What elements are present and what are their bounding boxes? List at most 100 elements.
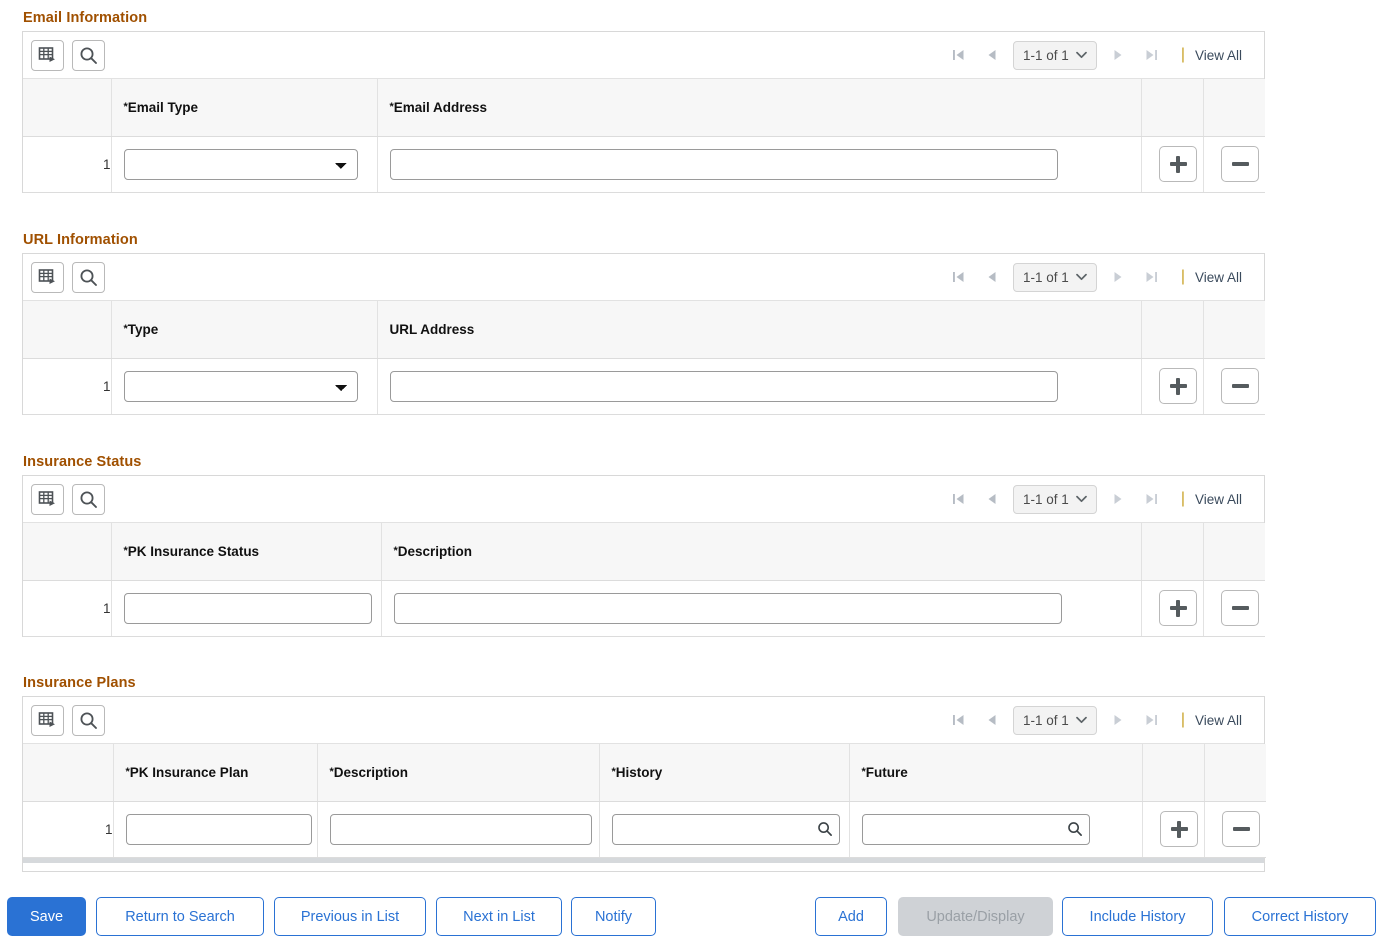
- page-count-dropdown[interactable]: 1-1 of 1: [1013, 484, 1097, 514]
- cell-history: [599, 801, 850, 858]
- column-header-blank: [23, 523, 112, 581]
- column-header-url-address: URL Address: [377, 301, 1142, 359]
- cell-delete-row: [1204, 801, 1266, 858]
- grid-toolbar-insurance-plans: 1-1 of 1 | View All: [23, 697, 1264, 744]
- page-count-dropdown[interactable]: 1-1 of 1: [1013, 705, 1097, 735]
- future-lookup-icon[interactable]: [1067, 821, 1083, 837]
- chevron-down-icon: [1075, 716, 1087, 724]
- add-row-button[interactable]: [1159, 590, 1197, 626]
- column-header-delete: [1203, 301, 1265, 359]
- grid-footer-insurance-plans: [22, 857, 1265, 872]
- last-page-icon[interactable]: [1135, 40, 1169, 70]
- table-email-information: *Email Type *Email Address 1: [23, 79, 1265, 193]
- grid-footer-bar: [23, 857, 1264, 863]
- history-lookup-icon[interactable]: [817, 821, 833, 837]
- grid-download-icon[interactable]: [31, 39, 64, 71]
- previous-page-icon[interactable]: [975, 262, 1009, 292]
- cell-add-row: [1142, 801, 1205, 858]
- search-icon[interactable]: [72, 704, 105, 736]
- grid-download-icon[interactable]: [31, 483, 64, 515]
- column-header-pk-insurance-status: *PK Insurance Status: [111, 523, 382, 581]
- grid-toolbar-url: 1-1 of 1 | View All: [23, 254, 1264, 301]
- add-row-button[interactable]: [1160, 811, 1198, 847]
- insurance-status-description-input[interactable]: [393, 592, 1062, 624]
- next-page-icon[interactable]: [1101, 262, 1135, 292]
- row-number: 1: [23, 580, 112, 637]
- delete-row-button[interactable]: [1221, 590, 1260, 626]
- delete-row-button[interactable]: [1221, 146, 1260, 182]
- url-address-input[interactable]: [389, 370, 1058, 402]
- next-in-list-button[interactable]: Next in List: [436, 897, 562, 936]
- first-page-icon[interactable]: [941, 484, 975, 514]
- grid-insurance-plans: 1-1 of 1 | View All *PK Insurance Plan *…: [22, 696, 1266, 858]
- previous-page-icon[interactable]: [975, 484, 1009, 514]
- pager-insurance-status: 1-1 of 1 | View All: [941, 476, 1264, 522]
- first-page-icon[interactable]: [941, 40, 975, 70]
- next-page-icon[interactable]: [1101, 705, 1135, 735]
- grid-toolbar-email: 1-1 of 1 | View All: [23, 32, 1264, 79]
- column-header-add: [1141, 301, 1204, 359]
- add-row-button[interactable]: [1159, 146, 1197, 182]
- plus-icon: [1169, 155, 1187, 173]
- table-header-row: *PK Insurance Plan *Description *History…: [23, 744, 1266, 802]
- view-all-link-insurance-status[interactable]: View All: [1195, 492, 1264, 507]
- email-address-input[interactable]: [389, 148, 1058, 180]
- search-icon[interactable]: [72, 483, 105, 515]
- history-input[interactable]: [611, 813, 840, 845]
- pk-insurance-status-input[interactable]: [123, 592, 372, 624]
- page-count-dropdown[interactable]: 1-1 of 1: [1013, 262, 1097, 292]
- search-icon[interactable]: [72, 261, 105, 293]
- notify-button[interactable]: Notify: [571, 897, 656, 936]
- pk-insurance-plan-input[interactable]: [125, 813, 312, 845]
- first-page-icon[interactable]: [941, 705, 975, 735]
- column-header-email-type: *Email Type: [111, 79, 378, 137]
- email-type-select[interactable]: [123, 148, 358, 180]
- row-number: 1: [23, 136, 112, 193]
- previous-page-icon[interactable]: [975, 705, 1009, 735]
- column-header-description: *Description: [381, 523, 1142, 581]
- view-all-link-email[interactable]: View All: [1195, 48, 1264, 63]
- view-all-link-insurance-plans[interactable]: View All: [1195, 713, 1264, 728]
- page-count-dropdown[interactable]: 1-1 of 1: [1013, 40, 1097, 70]
- previous-in-list-button[interactable]: Previous in List: [274, 897, 426, 936]
- table-row: 1: [23, 358, 1265, 415]
- previous-page-icon[interactable]: [975, 40, 1009, 70]
- last-page-icon[interactable]: [1135, 484, 1169, 514]
- minus-icon: [1231, 606, 1249, 610]
- column-header-blank: [23, 301, 112, 359]
- future-input[interactable]: [861, 813, 1090, 845]
- section-title-url-information: URL Information: [23, 232, 138, 248]
- insurance-plan-description-input[interactable]: [329, 813, 592, 845]
- search-icon[interactable]: [72, 39, 105, 71]
- url-type-select[interactable]: [123, 370, 358, 402]
- section-title-insurance-plans: Insurance Plans: [23, 675, 136, 691]
- return-to-search-button[interactable]: Return to Search: [96, 897, 264, 936]
- action-button-bar: Save Return to Search Previous in List N…: [0, 897, 1397, 943]
- include-history-button[interactable]: Include History: [1062, 897, 1213, 936]
- column-header-type: *Type: [111, 301, 378, 359]
- history-lookup-wrap: [611, 813, 840, 845]
- delete-row-button[interactable]: [1222, 811, 1261, 847]
- grid-toolbar-insurance-status: 1-1 of 1 | View All: [23, 476, 1264, 523]
- grid-download-icon[interactable]: [31, 704, 64, 736]
- plus-icon: [1170, 820, 1188, 838]
- add-row-button[interactable]: [1159, 368, 1197, 404]
- grid-download-icon[interactable]: [31, 261, 64, 293]
- last-page-icon[interactable]: [1135, 705, 1169, 735]
- save-button[interactable]: Save: [7, 897, 86, 936]
- next-page-icon[interactable]: [1101, 40, 1135, 70]
- cell-add-row: [1141, 358, 1204, 415]
- row-number: 1: [23, 358, 112, 415]
- cell-url-type: [111, 358, 378, 415]
- section-insurance-plans: Insurance Plans 1-1 of 1 | View All *PK …: [22, 675, 1266, 872]
- delete-row-button[interactable]: [1221, 368, 1260, 404]
- pager-separator: |: [1180, 46, 1185, 63]
- add-button[interactable]: Add: [815, 897, 887, 936]
- last-page-icon[interactable]: [1135, 262, 1169, 292]
- view-all-link-url[interactable]: View All: [1195, 270, 1264, 285]
- first-page-icon[interactable]: [941, 262, 975, 292]
- next-page-icon[interactable]: [1101, 484, 1135, 514]
- column-header-pk-insurance-plan: *PK Insurance Plan: [113, 744, 318, 802]
- chevron-down-icon: [1075, 273, 1087, 281]
- correct-history-button[interactable]: Correct History: [1224, 897, 1376, 936]
